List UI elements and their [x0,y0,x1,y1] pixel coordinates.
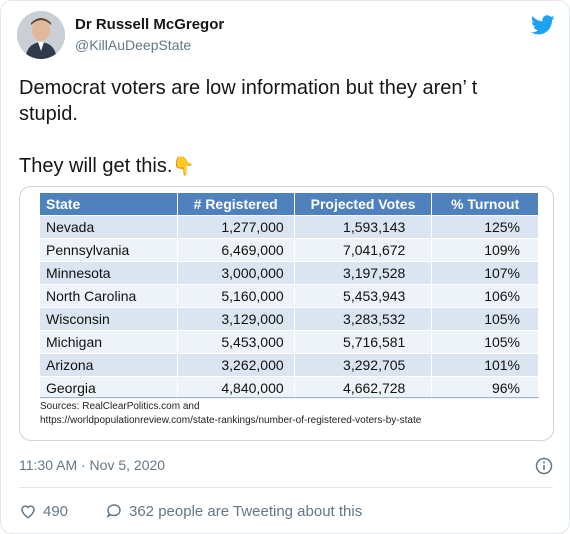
like-button[interactable]: 490 [19,501,68,521]
table-cell: 4,840,000 [177,376,295,399]
table-cell: 3,292,705 [294,353,433,377]
table-cell: Wisconsin [40,307,178,331]
author-handle[interactable]: @KillAuDeepState [75,37,191,53]
table-row: Arizona 3,262,000 3,292,705 101% [40,353,539,377]
tweet-card: Dr Russell McGregor @KillAuDeepState Dem… [0,0,570,534]
table-cell: 5,160,000 [177,284,295,308]
table-row: Michigan 5,453,000 5,716,581 105% [40,330,539,354]
turnout-table: State # Registered Projected Votes % Tur… [40,193,539,399]
table-cell: Michigan [40,330,178,354]
heart-icon [19,502,37,520]
table-cell: 125% [431,215,539,239]
table-cell: 4,662,728 [294,376,433,399]
table-cell: 1,277,000 [177,215,295,239]
table-cell: 96% [431,376,539,399]
table-cell: 5,453,000 [177,330,295,354]
author-name[interactable]: Dr Russell McGregor [75,16,224,33]
column-header-state: State [40,193,178,216]
info-icon[interactable] [535,457,553,475]
column-header-turnout: % Turnout [431,193,539,216]
table-row: North Carolina 5,160,000 5,453,943 106% [40,284,539,308]
tweeting-about-text: 362 people are Tweeting about this [129,502,363,520]
column-header-projected: Projected Votes [294,193,433,216]
table-row: Pennsylvania 6,469,000 7,041,672 109% [40,238,539,262]
table-cell: Arizona [40,353,178,377]
table-cell: 107% [431,261,539,285]
sources-line: https://worldpopulationreview.com/state-… [40,415,422,426]
twitter-bird-icon[interactable] [530,13,555,37]
attached-image[interactable]: State # Registered Projected Votes % Tur… [19,186,554,441]
sources-note: Sources: RealClearPolitics.com and https… [40,397,539,428]
column-header-registered: # Registered [177,193,295,216]
like-count: 490 [43,502,69,520]
table-cell: 3,197,528 [294,261,433,285]
table-cell: 105% [431,330,539,354]
divider [19,487,553,488]
table-row: Nevada 1,277,000 1,593,143 125% [40,215,539,239]
table-cell: 3,000,000 [177,261,295,285]
table-row: Wisconsin 3,129,000 3,283,532 105% [40,307,539,331]
table-cell: 101% [431,353,539,377]
tweet-timestamp[interactable]: 11:30 AM · Nov 5, 2020 [19,457,165,473]
table-body: Nevada 1,277,000 1,593,143 125% Pennsylvania… [40,215,539,399]
table-cell: Nevada [40,215,178,239]
table-cell: 106% [431,284,539,308]
table-cell: Pennsylvania [40,238,178,262]
tweet-line-text: They will get this. [19,155,173,177]
table-row: Georgia 4,840,000 4,662,728 96% [40,376,539,399]
table-cell: Minnesota [40,261,178,285]
table-row: Minnesota 3,000,000 3,197,528 107% [40,261,539,285]
table-cell: 6,469,000 [177,238,295,262]
speech-bubble-icon [105,502,123,520]
table-cell: 7,041,672 [294,238,433,262]
table-cell: 1,593,143 [294,215,433,239]
sources-line: Sources: RealClearPolitics.com and [40,401,200,412]
table-cell: 5,716,581 [294,330,433,354]
table-cell: 105% [431,307,539,331]
table-cell: 109% [431,238,539,262]
pointing-down-hand-icon: 👇 [172,156,195,176]
avatar[interactable] [17,11,65,59]
table-cell: 5,453,943 [294,284,433,308]
tweet-line: stupid. [19,103,78,125]
table-cell: North Carolina [40,284,178,308]
table-cell: Georgia [40,376,178,399]
table-cell: 3,283,532 [294,307,433,331]
tweet-line: Democrat voters are low information but … [19,77,478,99]
table-cell: 3,262,000 [177,353,295,377]
table-header-row: State # Registered Projected Votes % Tur… [40,193,539,216]
tweet-line: They will get this.👇 [19,153,549,179]
tweet-text: Democrat voters are low information but … [19,75,549,179]
tweeting-about-link[interactable]: 362 people are Tweeting about this [105,501,362,521]
table-cell: 3,129,000 [177,307,295,331]
